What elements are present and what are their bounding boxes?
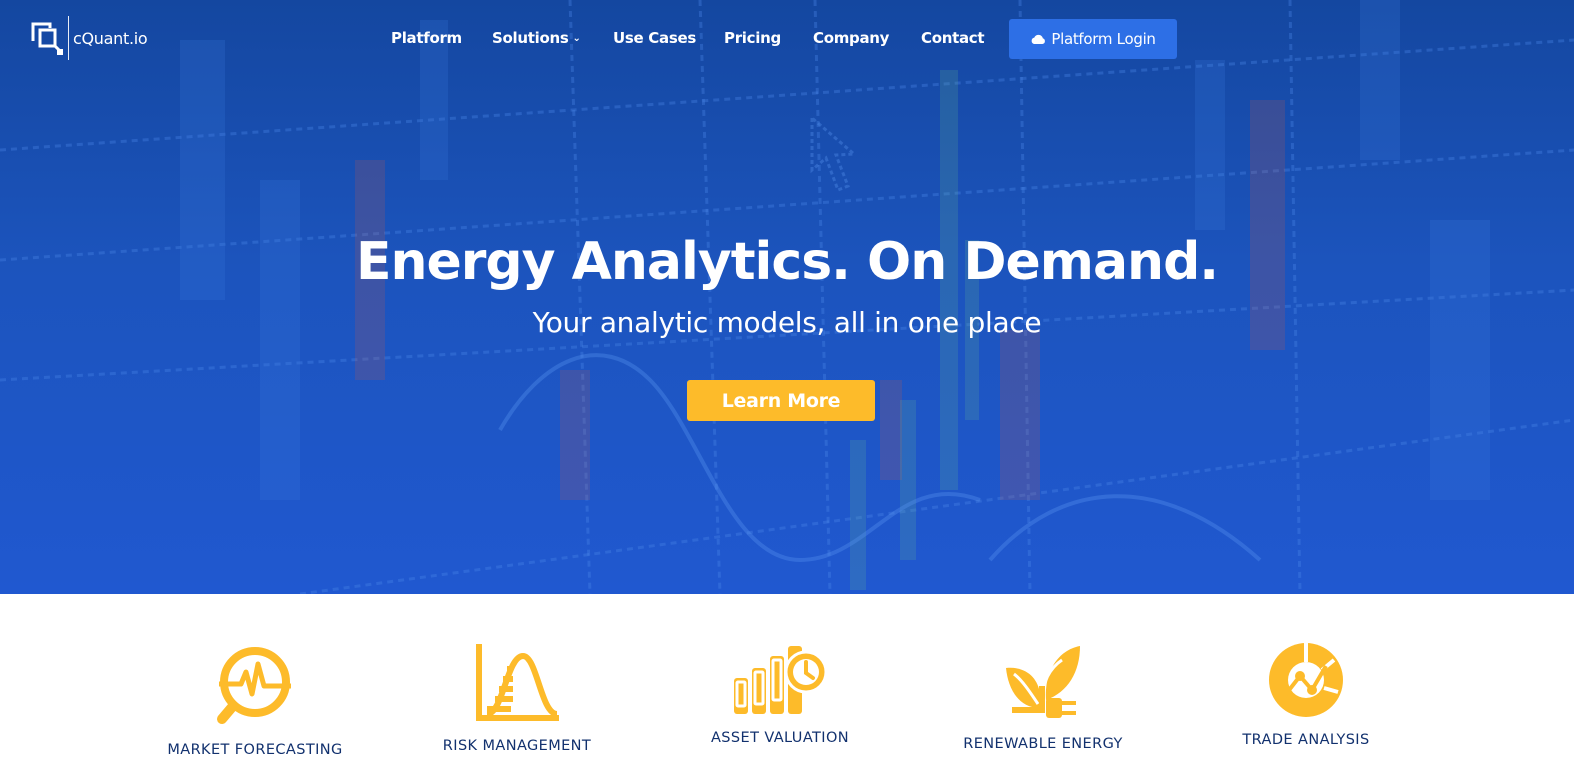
renewable-energy-icon [1006,646,1080,718]
asset-valuation-icon [734,646,828,714]
feature-market-forecasting[interactable]: MARKET FORECASTING [124,642,386,758]
platform-login-label: Platform Login [1051,30,1156,48]
main-navigation: Platform Solutions ⌄ Use Cases Pricing Co… [0,0,1574,78]
nav-contact[interactable]: Contact [921,29,985,47]
feature-label: RENEWABLE ENERGY [963,736,1123,752]
nav-solutions[interactable]: Solutions ⌄ [492,29,581,47]
feature-label: TRADE ANALYSIS [1242,732,1370,748]
risk-management-icon [476,644,559,721]
hero-subheadline: Your analytic models, all in one place [532,306,1042,339]
market-forecasting-icon [217,647,291,724]
nav-use-cases[interactable]: Use Cases [613,29,696,47]
feature-renewable-energy[interactable]: RENEWABLE ENERGY [912,642,1174,752]
feature-trade-analysis[interactable]: TRADE ANALYSIS [1175,642,1437,748]
nav-solutions-label: Solutions [492,29,569,47]
chevron-down-icon: ⌄ [572,33,581,44]
feature-label: ASSET VALUATION [710,730,850,746]
trade-analysis-icon [1269,642,1343,717]
hero-background-chart-image [0,0,1574,594]
feature-asset-valuation[interactable]: ASSET VALUATION [649,642,911,746]
feature-label: RISK MANAGEMENT [442,738,592,754]
feature-label: MARKET FORECASTING [167,742,343,758]
hero-section: cQuant.io Platform Solutions ⌄ Use Cases … [0,0,1574,594]
platform-login-button[interactable]: Platform Login [1009,19,1177,59]
learn-more-button[interactable]: Learn More [687,380,875,421]
cloud-icon [1031,34,1046,44]
nav-pricing[interactable]: Pricing [724,29,781,47]
nav-company[interactable]: Company [813,29,889,47]
feature-risk-management[interactable]: RISK MANAGEMENT [386,642,648,754]
features-section: MARKET FORECASTING RISK MANAGEMENT ASSET… [0,594,1574,777]
hero-headline: Energy Analytics. On Demand. [355,232,1219,292]
nav-platform[interactable]: Platform [391,29,462,47]
